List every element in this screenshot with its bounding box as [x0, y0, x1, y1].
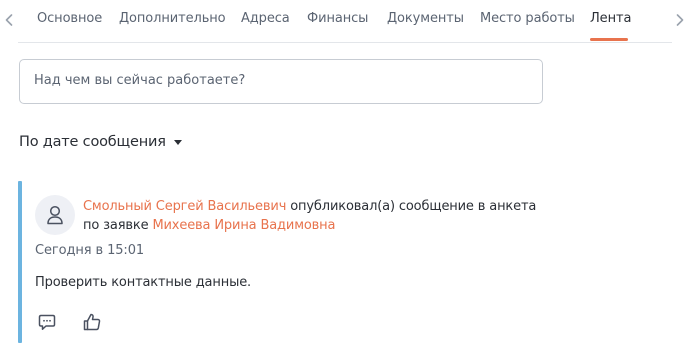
chevron-left-icon[interactable]: [2, 10, 16, 30]
tab-mesto-raboty[interactable]: Место работы: [480, 11, 575, 26]
thumbs-up-icon[interactable]: [82, 312, 102, 332]
post-timestamp: Сегодня в 15:01: [35, 243, 145, 258]
chevron-right-icon[interactable]: [673, 10, 687, 30]
post-composer-input[interactable]: [34, 73, 524, 88]
tab-dopolnitelno[interactable]: Дополнительно: [119, 11, 226, 26]
tabs-bar: Основное Дополнительно Адреса Финансы До…: [0, 0, 689, 44]
tab-lenta[interactable]: Лента: [590, 11, 631, 26]
comment-icon[interactable]: [37, 312, 57, 332]
sort-dropdown[interactable]: По дате сообщения: [19, 134, 182, 150]
sort-label: По дате сообщения: [19, 134, 166, 150]
post-accent-bar: [18, 181, 22, 343]
caret-down-icon: [173, 139, 182, 145]
post-author-link[interactable]: Смольный Сергей Васильевич: [83, 199, 286, 214]
post-header: Смольный Сергей Васильевич опубликовал(а…: [83, 197, 553, 235]
tab-dokumenty[interactable]: Документы: [387, 11, 464, 26]
post-target-link[interactable]: Михеева Ирина Вадимовна: [152, 218, 335, 233]
user-icon: [47, 205, 63, 225]
tab-adresa[interactable]: Адреса: [241, 11, 290, 26]
avatar: [35, 195, 75, 235]
post-body: Проверить контактные данные.: [35, 275, 252, 290]
tab-osnovnoe[interactable]: Основное: [37, 11, 102, 26]
tabs-divider: [18, 42, 672, 43]
post-composer[interactable]: [19, 59, 543, 104]
feed-post: Смольный Сергей Васильевич опубликовал(а…: [18, 181, 678, 343]
active-tab-indicator: [590, 38, 628, 41]
tab-finansy[interactable]: Финансы: [307, 11, 368, 26]
